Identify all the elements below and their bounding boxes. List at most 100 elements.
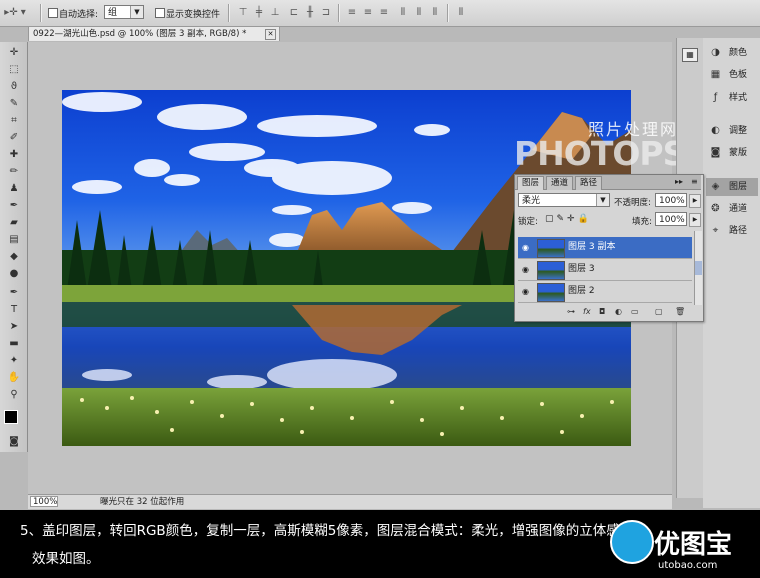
- eye-icon[interactable]: ◉: [520, 264, 531, 275]
- distribute-vcenter-icon[interactable]: ≡: [361, 6, 375, 19]
- distribute-left-icon[interactable]: ⦀: [396, 6, 410, 19]
- dock-item-label: 通道: [729, 204, 748, 214]
- brush-tool-icon[interactable]: ✏: [6, 166, 22, 178]
- 3d-tool-icon[interactable]: ✦: [6, 355, 22, 367]
- type-tool-icon[interactable]: T: [6, 304, 22, 316]
- lock-icons[interactable]: ▢✎✛🔒: [545, 214, 592, 224]
- foreground-color-swatch[interactable]: [4, 410, 18, 424]
- layers-panel-tabs: 图层 通道 路径 ▸▸ ≡: [515, 175, 701, 190]
- panel-dock: ◑ 颜色 ▦ 色板 ƒ 样式 ◐ 调整 ◙ 蒙版 ◈ 图层 ❂ 通道 ⌖ 路径: [703, 38, 760, 508]
- align-left-icon[interactable]: ⊏: [287, 6, 301, 19]
- masks-icon: ◙: [710, 147, 721, 158]
- document-tab[interactable]: 0922—湖光山色.psd @ 100% (图层 3 副本, RGB/8) * …: [28, 26, 280, 41]
- distribute-top-icon[interactable]: ≡: [345, 6, 359, 19]
- lasso-tool-icon[interactable]: ϑ: [6, 81, 22, 93]
- marquee-tool-icon[interactable]: ⬚: [6, 64, 22, 76]
- dock-item-channels[interactable]: ❂ 通道: [706, 200, 758, 218]
- dock-item-color[interactable]: ◑ 颜色: [706, 44, 758, 62]
- layers-footer: ⊶ fx ◘ ◐ ▭ ▢ 🗑: [515, 305, 701, 319]
- panel-menu-icon[interactable]: ≡: [691, 177, 698, 186]
- align-bottom-icon[interactable]: ⊥: [268, 6, 282, 19]
- path-select-tool-icon[interactable]: ➤: [6, 321, 22, 333]
- dock-item-label: 调整: [729, 126, 748, 136]
- dock-item-adjustments[interactable]: ◐ 调整: [706, 122, 758, 140]
- quick-select-tool-icon[interactable]: ✎: [6, 98, 22, 110]
- auto-align-icon[interactable]: ⫴: [454, 6, 468, 19]
- distribute-right-icon[interactable]: ⦀: [428, 6, 442, 19]
- scrollbar-thumb[interactable]: [695, 261, 702, 275]
- dock-item-label: 样式: [729, 93, 748, 103]
- caption-line-1: 5、盖印图层，转回RGB颜色，复制一层，高斯模糊5像素，图层混合模式：柔光，增强…: [20, 523, 620, 539]
- move-tool-icon[interactable]: ✛: [6, 47, 22, 59]
- logo-url: utobao.com: [658, 560, 718, 571]
- dodge-tool-icon[interactable]: ●: [6, 268, 22, 280]
- separator: [338, 4, 340, 22]
- dock-item-label: 色板: [729, 70, 748, 80]
- dock-item-masks[interactable]: ◙ 蒙版: [706, 144, 758, 162]
- collapse-icon[interactable]: ▸▸: [675, 177, 683, 186]
- align-vcenter-icon[interactable]: ╪: [252, 6, 266, 19]
- options-bar: ▸✛ ▾ 自动选择: 组 ▼ 显示变换控件 ⊤ ╪ ⊥ ⊏ ╫ ⊐ ≡ ≡ ≡ …: [0, 0, 760, 27]
- document-title: 0922—湖光山色.psd @ 100% (图层 3 副本, RGB/8) *: [33, 29, 247, 39]
- site-logo: 优图宝 utobao.com: [608, 518, 758, 576]
- quick-mask-icon[interactable]: ◙: [6, 436, 22, 448]
- align-top-icon[interactable]: ⊤: [236, 6, 250, 19]
- dock-item-swatches[interactable]: ▦ 色板: [706, 66, 758, 84]
- tab-layers[interactable]: 图层: [517, 176, 545, 190]
- auto-select-checkbox[interactable]: [48, 8, 58, 18]
- close-icon[interactable]: ✕: [265, 29, 276, 40]
- opacity-slider-arrow[interactable]: ▶: [689, 194, 701, 208]
- blend-mode-dropdown[interactable]: 柔光 ▼: [518, 193, 610, 207]
- auto-select-dropdown[interactable]: 组 ▼: [104, 5, 144, 19]
- clone-stamp-tool-icon[interactable]: ♟: [6, 183, 22, 195]
- eraser-tool-icon[interactable]: ▰: [6, 217, 22, 229]
- link-layers-icon[interactable]: ⊶: [567, 305, 575, 319]
- layer-row[interactable]: ◉ 图层 3: [518, 259, 692, 281]
- history-panel-icon[interactable]: ▦: [682, 48, 698, 62]
- new-group-icon[interactable]: ▭: [631, 305, 639, 319]
- zoom-tool-icon[interactable]: ⚲: [6, 389, 22, 401]
- shape-tool-icon[interactable]: ▬: [6, 338, 22, 350]
- layer-row[interactable]: ◉ 图层 2: [518, 281, 692, 303]
- eye-icon[interactable]: ◉: [520, 286, 531, 297]
- opacity-field[interactable]: 100%: [655, 193, 687, 207]
- distribute-bottom-icon[interactable]: ≡: [377, 6, 391, 19]
- eye-icon[interactable]: ◉: [520, 242, 531, 253]
- history-brush-tool-icon[interactable]: ✒: [6, 200, 22, 212]
- paths-icon: ⌖: [712, 225, 719, 236]
- fill-field[interactable]: 100%: [655, 212, 687, 226]
- new-layer-icon[interactable]: ▢: [655, 305, 663, 319]
- separator: [40, 4, 42, 22]
- pen-tool-icon[interactable]: ✒: [6, 287, 22, 299]
- chevron-down-icon: ▼: [130, 6, 143, 18]
- align-hcenter-icon[interactable]: ╫: [303, 6, 317, 19]
- trash-icon[interactable]: 🗑: [675, 305, 685, 319]
- move-tool-icon[interactable]: ▸✛ ▾: [4, 6, 26, 19]
- eyedropper-tool-icon[interactable]: ✐: [6, 132, 22, 144]
- show-transform-checkbox[interactable]: [155, 8, 165, 18]
- fill-slider-arrow[interactable]: ▶: [689, 213, 701, 227]
- dock-item-paths[interactable]: ⌖ 路径: [706, 222, 758, 240]
- caption-line-2: 效果如图。: [32, 551, 100, 567]
- align-right-icon[interactable]: ⊐: [319, 6, 333, 19]
- layer-row[interactable]: ◉ 图层 3 副本: [518, 237, 692, 259]
- dock-item-styles[interactable]: ƒ 样式: [706, 89, 758, 107]
- gradient-tool-icon[interactable]: ▤: [6, 234, 22, 246]
- distribute-hcenter-icon[interactable]: ⦀: [412, 6, 426, 19]
- dock-item-layers[interactable]: ◈ 图层: [706, 178, 758, 196]
- healing-brush-tool-icon[interactable]: ✚: [6, 149, 22, 161]
- status-bar: 100% 曝光只在 32 位起作用: [28, 494, 672, 509]
- blur-tool-icon[interactable]: ◆: [6, 251, 22, 263]
- layer-name: 图层 3: [568, 264, 595, 274]
- crop-tool-icon[interactable]: ⌗: [6, 115, 22, 127]
- adjustment-layer-icon[interactable]: ◐: [615, 305, 622, 319]
- layers-panel: 图层 通道 路径 ▸▸ ≡ 柔光 ▼ 不透明度: 100% ▶ 锁定: ▢✎✛🔒…: [514, 174, 704, 322]
- tab-paths[interactable]: 路径: [575, 176, 603, 190]
- layers-scrollbar[interactable]: [694, 231, 702, 305]
- fx-icon[interactable]: fx: [583, 305, 591, 319]
- add-mask-icon[interactable]: ◘: [599, 305, 605, 319]
- dock-item-label: 图层: [729, 182, 748, 192]
- tab-channels[interactable]: 通道: [546, 176, 574, 190]
- zoom-level[interactable]: 100%: [30, 496, 58, 507]
- hand-tool-icon[interactable]: ✋: [6, 372, 22, 384]
